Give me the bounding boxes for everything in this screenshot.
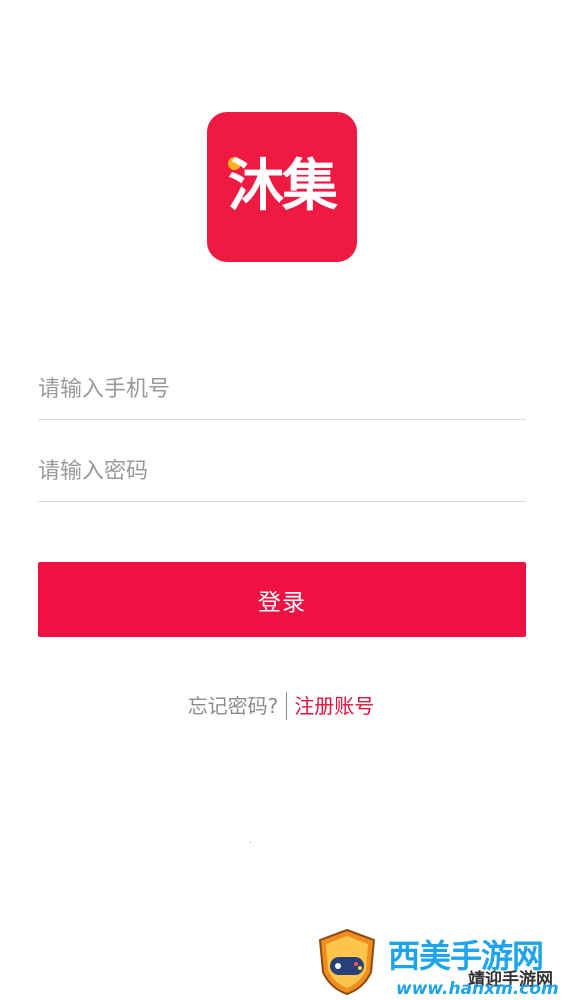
account-links: 忘记密码? 注册账号 [0,688,562,722]
link-divider [286,691,288,720]
gamepad-shield-icon [318,928,376,996]
phone-input[interactable] [38,359,526,419]
app-logo: 沐集 [207,112,357,262]
login-button[interactable]: 登录 [38,562,526,637]
password-field [38,441,526,502]
register-link[interactable]: 注册账号 [294,690,374,722]
forgot-password-link[interactable]: 忘记密码? [188,690,279,722]
phone-field [38,359,526,420]
watermark: 西美手游网 靖迎手游网 www.hanxm.com [316,928,562,1000]
watermark-url: www.hanxm.com [396,979,559,999]
logo-text: 沐集 [228,154,338,219]
footer-dot [250,842,251,843]
password-input[interactable] [38,441,526,501]
